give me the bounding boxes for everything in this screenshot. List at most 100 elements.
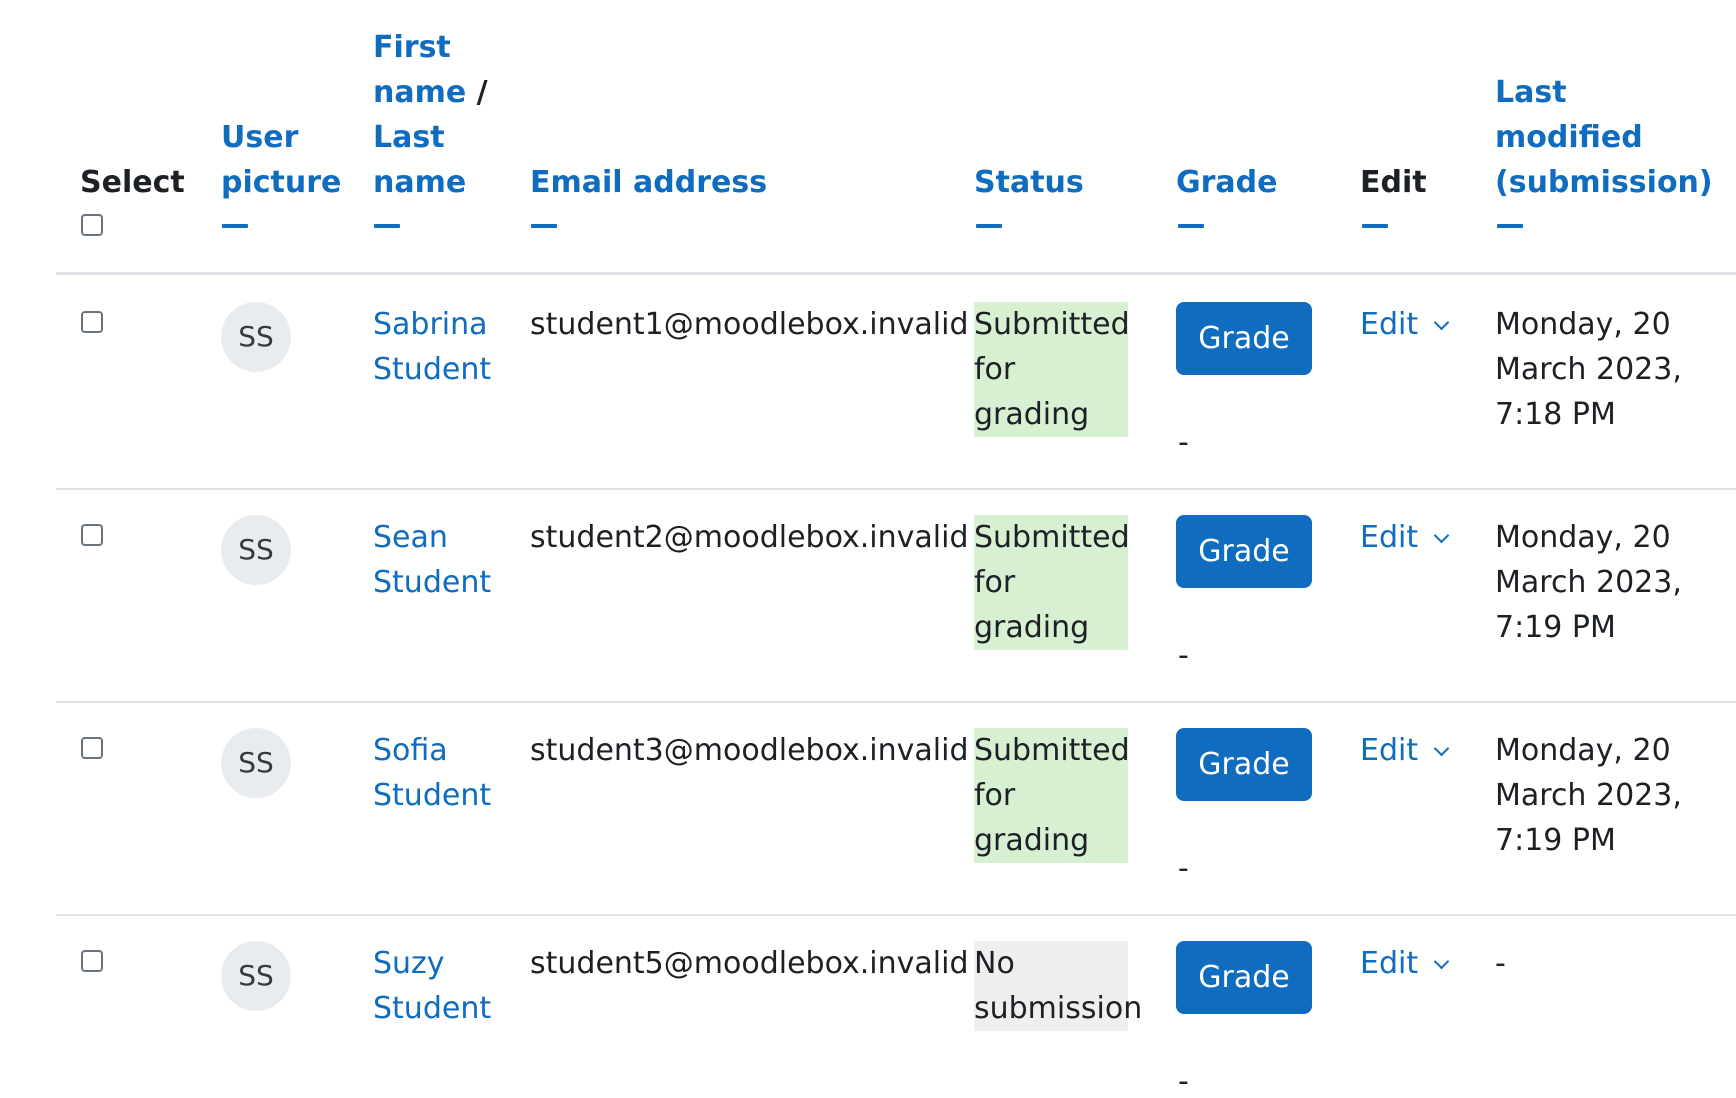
modified-line3: 7:19 PM bbox=[1495, 610, 1616, 645]
modified-line2: March 2023, bbox=[1495, 778, 1682, 813]
header-grade[interactable]: Grade bbox=[1176, 160, 1277, 205]
sort-dash-icon[interactable] bbox=[1497, 224, 1523, 228]
header-name-separator: / bbox=[476, 75, 488, 110]
header-user-picture-line2: picture bbox=[221, 165, 342, 200]
status-line1: Submitted bbox=[974, 733, 1130, 768]
email-cell: student5@moodlebox.invalid bbox=[530, 946, 969, 981]
grade-button[interactable]: Grade bbox=[1176, 302, 1312, 375]
modified-line3: 7:19 PM bbox=[1495, 823, 1616, 858]
header-last-modified-line1: Last bbox=[1495, 75, 1567, 110]
header-status[interactable]: Status bbox=[974, 160, 1084, 205]
edit-label: Edit bbox=[1360, 946, 1419, 981]
avatar[interactable]: SS bbox=[221, 515, 291, 585]
sort-dash-icon[interactable] bbox=[374, 224, 400, 228]
chevron-down-icon bbox=[1433, 527, 1450, 544]
edit-label: Edit bbox=[1360, 307, 1419, 342]
status-line1: Submitted bbox=[974, 520, 1130, 555]
modified-line1: Monday, 20 bbox=[1495, 307, 1671, 342]
header-edit: Edit bbox=[1360, 165, 1427, 200]
avatar[interactable]: SS bbox=[221, 302, 291, 372]
chevron-down-icon bbox=[1433, 953, 1450, 970]
edit-menu[interactable]: Edit bbox=[1360, 302, 1450, 347]
select-all-checkbox[interactable] bbox=[81, 214, 103, 236]
header-user-picture[interactable]: User picture bbox=[221, 115, 341, 205]
header-first-name[interactable]: First name / bbox=[373, 25, 488, 115]
status-badge: No submission bbox=[974, 941, 1143, 1031]
avatar[interactable]: SS bbox=[221, 728, 291, 798]
grading-table: Select User picture First name / Last na… bbox=[0, 0, 1736, 1098]
header-first-name-line1: First bbox=[373, 30, 451, 65]
sort-dash-icon[interactable] bbox=[976, 224, 1002, 228]
avatar[interactable]: SS bbox=[221, 941, 291, 1011]
first-name: Sabrina bbox=[373, 307, 488, 342]
first-name: Sofia bbox=[373, 733, 448, 768]
sort-dash-icon[interactable] bbox=[531, 224, 557, 228]
status-badge: Submitted for grading bbox=[974, 302, 1130, 437]
grade-value: - bbox=[1178, 851, 1189, 886]
student-name-link[interactable]: Sean Student bbox=[373, 515, 491, 605]
grade-button[interactable]: Grade bbox=[1176, 515, 1312, 588]
edit-menu[interactable]: Edit bbox=[1360, 941, 1450, 986]
email-cell: student1@moodlebox.invalid bbox=[530, 307, 969, 342]
modified-line1: Monday, 20 bbox=[1495, 520, 1671, 555]
sort-dash-icon[interactable] bbox=[1362, 224, 1388, 228]
first-name: Sean bbox=[373, 520, 448, 555]
header-last-modified[interactable]: Last modified (submission) bbox=[1495, 70, 1713, 205]
last-name: Student bbox=[373, 778, 492, 813]
header-divider bbox=[56, 272, 1736, 275]
sort-dash-icon[interactable] bbox=[222, 224, 248, 228]
header-first-name-line2: name bbox=[373, 75, 467, 110]
edit-menu[interactable]: Edit bbox=[1360, 728, 1450, 773]
modified-line1: Monday, 20 bbox=[1495, 733, 1671, 768]
row-divider bbox=[56, 701, 1736, 703]
status-line2: submission bbox=[974, 991, 1143, 1026]
grade-value: - bbox=[1178, 425, 1189, 460]
row-select-checkbox[interactable] bbox=[81, 311, 103, 333]
status-line2: for grading bbox=[974, 352, 1090, 432]
edit-label: Edit bbox=[1360, 733, 1419, 768]
header-name: First name / Last name bbox=[373, 25, 488, 205]
row-select-checkbox[interactable] bbox=[81, 950, 103, 972]
student-name-link[interactable]: Sabrina Student bbox=[373, 302, 491, 392]
status-badge: Submitted for grading bbox=[974, 728, 1130, 863]
status-line1: Submitted bbox=[974, 307, 1130, 342]
last-modified-cell: Monday, 20 March 2023, 7:18 PM bbox=[1495, 302, 1682, 437]
header-last-name-line1: Last bbox=[373, 120, 445, 155]
header-last-modified-line3: (submission) bbox=[1495, 165, 1713, 200]
last-modified-cell: Monday, 20 March 2023, 7:19 PM bbox=[1495, 515, 1682, 650]
grade-button[interactable]: Grade bbox=[1176, 941, 1312, 1014]
last-name: Student bbox=[373, 991, 492, 1026]
grade-value: - bbox=[1178, 1064, 1189, 1098]
grade-value: - bbox=[1178, 638, 1189, 673]
chevron-down-icon bbox=[1433, 314, 1450, 331]
edit-label: Edit bbox=[1360, 520, 1419, 555]
header-last-name[interactable]: Last name bbox=[373, 115, 488, 205]
first-name: Suzy bbox=[373, 946, 445, 981]
grade-button[interactable]: Grade bbox=[1176, 728, 1312, 801]
chevron-down-icon bbox=[1433, 740, 1450, 757]
student-name-link[interactable]: Suzy Student bbox=[373, 941, 491, 1031]
email-cell: student2@moodlebox.invalid bbox=[530, 520, 969, 555]
last-modified-cell: Monday, 20 March 2023, 7:19 PM bbox=[1495, 728, 1682, 863]
last-name: Student bbox=[373, 352, 492, 387]
row-select-checkbox[interactable] bbox=[81, 737, 103, 759]
status-badge: Submitted for grading bbox=[974, 515, 1130, 650]
header-last-name-line2: name bbox=[373, 165, 467, 200]
last-name: Student bbox=[373, 565, 492, 600]
row-divider bbox=[56, 914, 1736, 916]
modified-line3: 7:18 PM bbox=[1495, 397, 1616, 432]
header-select: Select bbox=[80, 165, 185, 200]
edit-menu[interactable]: Edit bbox=[1360, 515, 1450, 560]
last-modified-cell: - bbox=[1495, 941, 1506, 986]
status-line1: No bbox=[974, 946, 1015, 981]
student-name-link[interactable]: Sofia Student bbox=[373, 728, 491, 818]
row-divider bbox=[56, 488, 1736, 490]
header-email[interactable]: Email address bbox=[530, 160, 767, 205]
status-line2: for grading bbox=[974, 565, 1090, 645]
status-line2: for grading bbox=[974, 778, 1090, 858]
modified-line2: March 2023, bbox=[1495, 565, 1682, 600]
sort-dash-icon[interactable] bbox=[1178, 224, 1204, 228]
email-cell: student3@moodlebox.invalid bbox=[530, 733, 969, 768]
header-last-modified-line2: modified bbox=[1495, 120, 1643, 155]
row-select-checkbox[interactable] bbox=[81, 524, 103, 546]
